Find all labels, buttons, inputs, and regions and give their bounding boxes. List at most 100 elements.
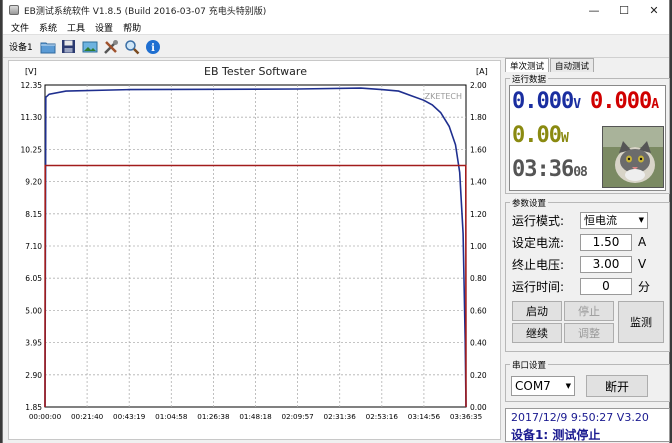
run-data-display: 0.000V 0.000A 0.00W 03:3608 [509, 85, 666, 191]
title-bar[interactable]: EB测试系统软件 V1.8.5 (Build 2016-03-07 充电头特别版… [3, 0, 669, 20]
x-tick: 02:53:16 [366, 412, 399, 421]
tab-auto-test[interactable]: 自动测试 [550, 58, 595, 72]
minimize-button[interactable]: — [579, 0, 609, 20]
x-tick: 00:43:19 [113, 412, 146, 421]
y-tick-left: 8.15 [25, 210, 42, 219]
x-tick: 01:48:18 [239, 412, 272, 421]
set-current-row: 设定电流: 1.50 A [512, 233, 646, 251]
elapsed-time-readout: 03:3608 [512, 157, 588, 182]
params-title: 参数设置 [510, 197, 549, 209]
run-data-title: 运行数据 [510, 73, 549, 85]
y-tick-right: 2.00 [470, 81, 487, 90]
x-tick: 02:31:36 [324, 412, 357, 421]
right-panel: 单次测试 自动测试 运行数据 0.000V 0.000A 0.00W 03:36… [505, 58, 670, 443]
run-time-input[interactable]: 0 [580, 277, 632, 295]
menu-file[interactable]: 文件 [11, 21, 29, 34]
y-tick-left: 10.25 [21, 145, 43, 154]
adjust-button[interactable]: 调整 [564, 323, 614, 343]
x-tick: 00:21:40 [71, 412, 104, 421]
window-title: EB测试系统软件 V1.8.5 (Build 2016-03-07 充电头特别版… [24, 6, 267, 17]
close-button[interactable]: ✕ [639, 0, 669, 20]
x-tick: 03:14:56 [408, 412, 441, 421]
left-axis-unit: [V] [25, 67, 37, 76]
voltage-readout: 0.000V [512, 89, 581, 114]
tab-single-test[interactable]: 单次测试 [505, 58, 550, 72]
menu-help[interactable]: 帮助 [123, 21, 141, 34]
end-voltage-row: 终止电压: 3.00 V [512, 255, 646, 273]
y-tick-left: 2.90 [25, 371, 42, 380]
info-icon[interactable]: i [144, 38, 162, 56]
x-tick: 00:00:00 [29, 412, 62, 421]
run-time-row: 运行时间: 0 分 [512, 277, 650, 295]
menu-settings[interactable]: 设置 [95, 21, 113, 34]
y-tick-left: 12.35 [21, 81, 43, 90]
y-tick-right: 1.40 [470, 178, 487, 187]
menu-system[interactable]: 系统 [39, 21, 57, 34]
chevron-down-icon: ▼ [638, 216, 644, 224]
status-datetime: 2017/12/9 9:50:27 V3.20 [511, 411, 649, 424]
run-time-label: 运行时间: [512, 279, 565, 294]
end-voltage-unit: V [638, 257, 647, 271]
end-voltage-input[interactable]: 3.00 [580, 255, 632, 273]
app-window: EB测试系统软件 V1.8.5 (Build 2016-03-07 充电头特别版… [2, 0, 670, 443]
y-tick-left: 11.30 [21, 113, 43, 122]
chart-watermark: ZKETECH [425, 92, 462, 101]
y-tick-right: 0.80 [470, 274, 487, 283]
y-tick-left: 7.10 [25, 242, 42, 251]
mode-label: 运行模式: [512, 213, 565, 228]
menu-tools[interactable]: 工具 [67, 21, 85, 34]
x-tick: 03:36:35 [450, 412, 482, 421]
y-tick-right: 0.20 [470, 371, 487, 380]
voltage-current-chart: EB Tester Software [V] [A] ZKETECH 12.35 2.00… [21, 65, 488, 421]
set-current-input[interactable]: 1.50 [580, 233, 632, 251]
y-tick-right: 1.00 [470, 242, 487, 251]
menu-bar: 文件 系统 工具 设置 帮助 [3, 20, 669, 35]
app-icon [9, 5, 19, 15]
y-tick-left: 3.95 [25, 339, 42, 348]
x-tick: 02:09:57 [281, 412, 313, 421]
serial-group: 串口设置 COM7 ▼ 断开 [505, 359, 670, 402]
run-data-group: 运行数据 0.000V 0.000A 0.00W 03:3608 [505, 73, 670, 194]
tools-icon[interactable] [102, 38, 120, 56]
y-tick-right: 0.60 [470, 306, 487, 315]
continue-button[interactable]: 继续 [512, 323, 562, 343]
params-group: 参数设置 运行模式: 恒电流 ▼ 设定电流: 1.50 A 终止电压: 3.00… [505, 197, 670, 352]
right-axis-unit: [A] [476, 67, 488, 76]
monitor-button[interactable]: 监测 [618, 301, 664, 343]
toolbar: 设备1 i [3, 36, 669, 58]
y-tick-right: 1.20 [470, 210, 487, 219]
x-tick: 01:26:38 [197, 412, 230, 421]
y-tick-right: 0.40 [470, 339, 487, 348]
y-tick-right: 1.80 [470, 113, 487, 122]
save-icon[interactable] [60, 38, 78, 56]
power-readout: 0.00W [512, 123, 569, 148]
current-readout: 0.000A [590, 89, 659, 114]
disconnect-button[interactable]: 断开 [586, 375, 648, 397]
mode-row: 运行模式: 恒电流 ▼ [512, 211, 648, 229]
chart-panel: EB Tester Software [V] [A] ZKETECH 12.35 2.00… [8, 60, 501, 440]
set-current-unit: A [638, 235, 647, 249]
y-tick-left: 5.00 [25, 306, 42, 315]
test-tabs: 单次测试 自动测试 [505, 58, 670, 72]
svg-text:i: i [151, 43, 155, 54]
chevron-down-icon: ▼ [565, 382, 571, 390]
open-folder-icon[interactable] [39, 38, 57, 56]
maximize-button[interactable]: ☐ [609, 0, 639, 20]
serial-title: 串口设置 [510, 359, 549, 371]
device-label: 设备1 [9, 43, 33, 53]
y-tick-left: 6.05 [25, 274, 42, 283]
com-port-select[interactable]: COM7 ▼ [511, 376, 575, 396]
image-export-icon[interactable] [81, 38, 99, 56]
x-tick: 01:04:58 [155, 412, 188, 421]
y-tick-right: 1.60 [470, 145, 487, 154]
run-time-unit: 分 [638, 279, 651, 294]
search-icon[interactable] [123, 38, 141, 56]
status-message: 设备1: 测试停止 [511, 428, 601, 442]
status-panel: 2017/12/9 9:50:27 V3.20 设备1: 测试停止 [505, 408, 670, 442]
stop-button[interactable]: 停止 [564, 301, 614, 321]
cat-photo [602, 126, 664, 188]
start-button[interactable]: 启动 [512, 301, 562, 321]
mode-select[interactable]: 恒电流 ▼ [580, 211, 648, 229]
chart-title: EB Tester Software [204, 65, 307, 78]
set-current-label: 设定电流: [512, 235, 565, 250]
